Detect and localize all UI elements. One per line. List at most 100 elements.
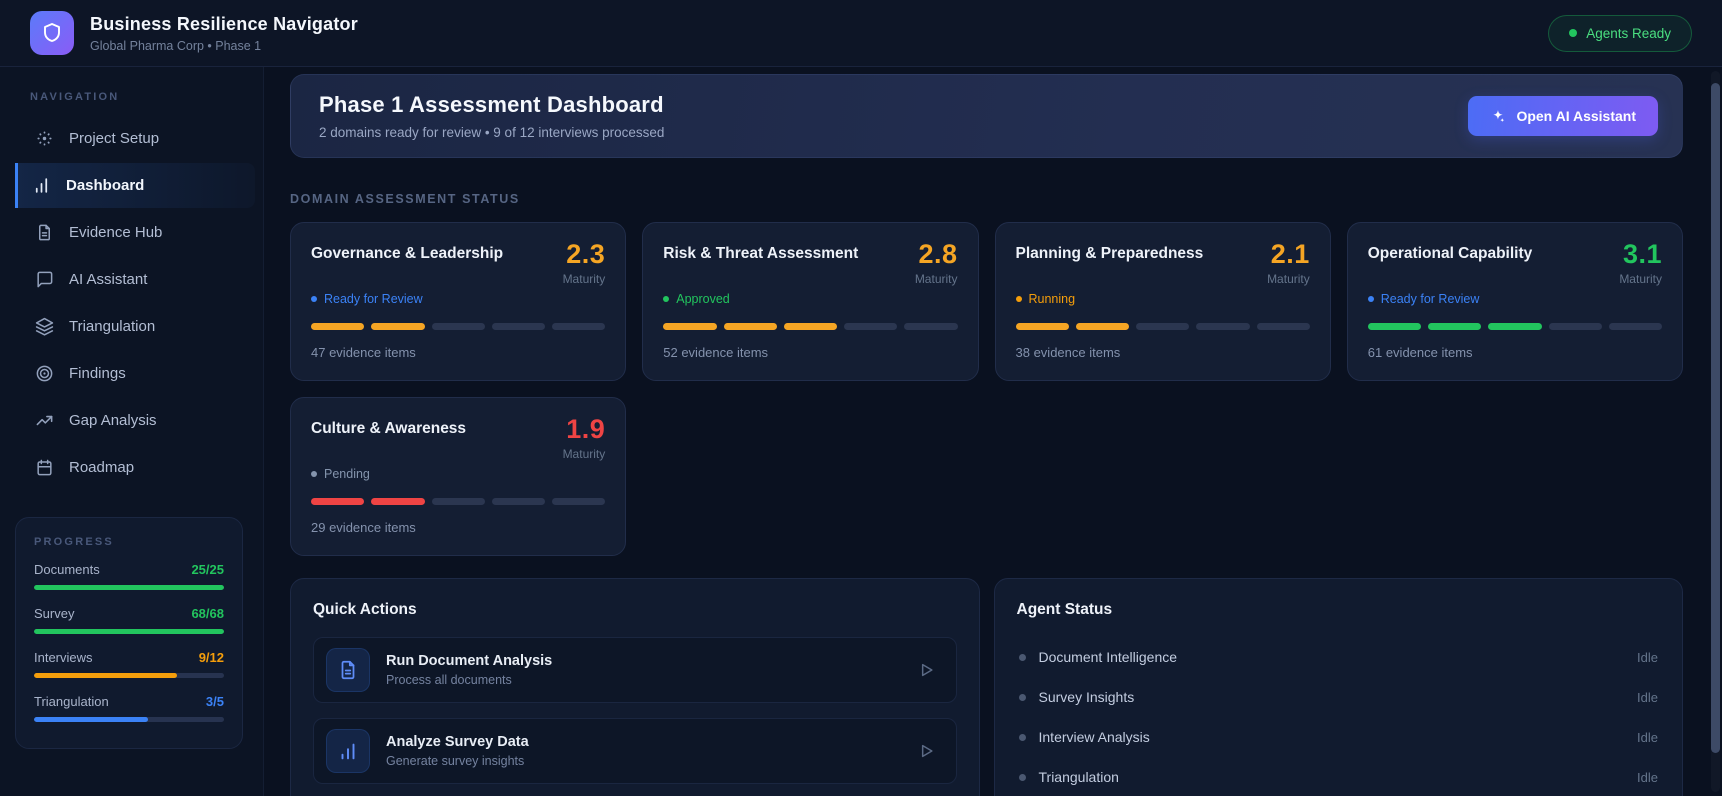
domain-card-operational-capability[interactable]: Operational Capability 3.1 Maturity Read… xyxy=(1346,222,1683,381)
segment-empty xyxy=(552,323,606,330)
sidebar-item-triangulation[interactable]: Triangulation xyxy=(0,304,255,349)
app-titles: Business Resilience Navigator Global Pha… xyxy=(90,14,358,53)
progress-value: 25/25 xyxy=(191,562,224,577)
segment-empty xyxy=(1256,323,1310,330)
target-icon xyxy=(35,364,54,383)
domain-title: Risk & Threat Assessment xyxy=(663,245,859,262)
maturity-segment-bar xyxy=(311,323,606,330)
evidence-count: 47 evidence items xyxy=(311,345,416,360)
status-dot xyxy=(1569,29,1578,37)
sidebar-item-project-setup[interactable]: Project Setup xyxy=(0,116,255,161)
play-icon[interactable] xyxy=(910,656,942,684)
domain-status: Approved xyxy=(663,292,957,306)
maturity-segment-bar xyxy=(1367,323,1662,330)
agent-row-triangulation: Triangulation Idle xyxy=(1017,757,1661,796)
maturity-score: 1.9 xyxy=(566,414,606,444)
progress-name: Triangulation xyxy=(34,694,109,709)
segment-empty xyxy=(491,323,545,330)
sidebar-item-roadmap[interactable]: Roadmap xyxy=(0,445,255,490)
agent-row-document-intelligence: Document Intelligence Idle xyxy=(1017,637,1661,677)
maturity-score: 2.8 xyxy=(918,239,958,269)
progress-bar-fill xyxy=(34,585,224,590)
calendar-icon xyxy=(35,458,54,477)
progress-value: 3/5 xyxy=(205,694,224,709)
progress-bar-track xyxy=(34,585,224,590)
sidebar: NAVIGATION Project Setup Dashboard Evide… xyxy=(0,67,264,796)
app-subtitle: Global Pharma Corp • Phase 1 xyxy=(90,38,262,53)
quick-actions-title: Quick Actions xyxy=(313,601,417,618)
chat-bubble-icon xyxy=(35,270,54,289)
progress-name: Survey xyxy=(34,606,75,621)
sidebar-item-ai-assistant[interactable]: AI Assistant xyxy=(0,257,255,302)
agent-state: Idle xyxy=(1637,649,1658,665)
layers-icon xyxy=(35,317,54,336)
domain-status-section-label: DOMAIN ASSESSMENT STATUS xyxy=(290,192,520,206)
progress-name: Interviews xyxy=(34,650,93,665)
agent-status-dot xyxy=(1018,733,1026,741)
sidebar-item-label: Gap Analysis xyxy=(69,412,157,429)
maturity-segment-bar xyxy=(1015,323,1310,330)
status-dot xyxy=(663,296,670,302)
play-icon[interactable] xyxy=(910,737,942,765)
segment-empty xyxy=(1608,323,1662,330)
evidence-count: 61 evidence items xyxy=(1367,345,1473,360)
domain-card-culture-awareness[interactable]: Culture & Awareness 1.9 Maturity Pending… xyxy=(290,397,627,556)
sidebar-item-label: Roadmap xyxy=(69,459,135,476)
domain-cards-row-1: Governance & Leadership 2.3 Maturity Rea… xyxy=(290,222,1683,381)
evidence-count: 38 evidence items xyxy=(1015,345,1121,360)
segment-filled xyxy=(371,323,425,330)
scrollbar-thumb[interactable] xyxy=(1711,83,1720,753)
maturity-label: Maturity xyxy=(562,272,606,286)
progress-panel: PROGRESS Documents 25/25 Survey 68/68 In… xyxy=(15,517,243,749)
evidence-count: 52 evidence items xyxy=(663,345,769,360)
segment-filled xyxy=(1367,323,1421,330)
agent-status-dot xyxy=(1018,653,1026,661)
sidebar-item-findings[interactable]: Findings xyxy=(0,351,255,396)
sidebar-item-label: Evidence Hub xyxy=(69,224,163,241)
segment-filled xyxy=(783,323,837,330)
domain-status: Pending xyxy=(311,467,605,481)
domain-status-label: Running xyxy=(1028,292,1076,306)
agents-ready-badge[interactable]: Agents Ready xyxy=(1548,14,1692,52)
document-icon xyxy=(35,223,54,242)
segment-empty xyxy=(491,498,545,505)
progress-bar-fill xyxy=(34,673,177,678)
sidebar-item-evidence-hub[interactable]: Evidence Hub xyxy=(0,210,255,255)
status-dot xyxy=(1015,296,1022,302)
segment-empty xyxy=(844,323,898,330)
domain-title: Governance & Leadership xyxy=(311,245,504,262)
segment-filled xyxy=(311,498,365,505)
domain-card-planning-preparedness[interactable]: Planning & Preparedness 2.1 Maturity Run… xyxy=(994,222,1331,381)
sidebar-item-dashboard[interactable]: Dashboard xyxy=(15,163,255,208)
sidebar-item-gap-analysis[interactable]: Gap Analysis xyxy=(0,398,255,443)
sidebar-item-label: Findings xyxy=(69,365,126,382)
progress-bar-fill xyxy=(34,717,148,722)
progress-section-label: PROGRESS xyxy=(34,536,114,548)
domain-status-label: Pending xyxy=(324,467,370,481)
sparkle-sun-icon xyxy=(35,129,54,148)
domain-status: Running xyxy=(1015,292,1310,306)
progress-item-documents: Documents 25/25 xyxy=(34,562,224,590)
domain-card-governance-leadership[interactable]: Governance & Leadership 2.3 Maturity Rea… xyxy=(290,222,627,381)
scrollbar-track[interactable] xyxy=(1711,71,1720,792)
shield-icon xyxy=(40,21,64,45)
app-logo xyxy=(30,11,74,55)
action-run-document-analysis[interactable]: Run Document Analysis Process all docume… xyxy=(313,637,957,703)
maturity-label: Maturity xyxy=(1619,272,1662,286)
progress-bar-fill xyxy=(34,629,224,634)
open-ai-assistant-label: Open AI Assistant xyxy=(1516,108,1636,124)
domain-card-risk-threat[interactable]: Risk & Threat Assessment 2.8 Maturity Ap… xyxy=(642,222,979,381)
agent-state: Idle xyxy=(1637,689,1658,705)
progress-name: Documents xyxy=(34,562,100,577)
page-subtitle: 2 domains ready for review • 9 of 12 int… xyxy=(319,125,665,140)
open-ai-assistant-button[interactable]: Open AI Assistant xyxy=(1468,96,1658,136)
action-analyze-survey-data[interactable]: Analyze Survey Data Generate survey insi… xyxy=(313,718,957,784)
page-header-banner: Phase 1 Assessment Dashboard 2 domains r… xyxy=(290,74,1683,158)
agent-status-dot xyxy=(1018,693,1026,701)
sidebar-item-label: AI Assistant xyxy=(69,271,148,288)
segment-filled xyxy=(311,323,365,330)
agents-ready-label: Agents Ready xyxy=(1586,25,1671,41)
segment-filled xyxy=(1015,323,1069,330)
agent-name: Survey Insights xyxy=(1038,689,1135,705)
agent-status-title: Agent Status xyxy=(1016,601,1113,618)
